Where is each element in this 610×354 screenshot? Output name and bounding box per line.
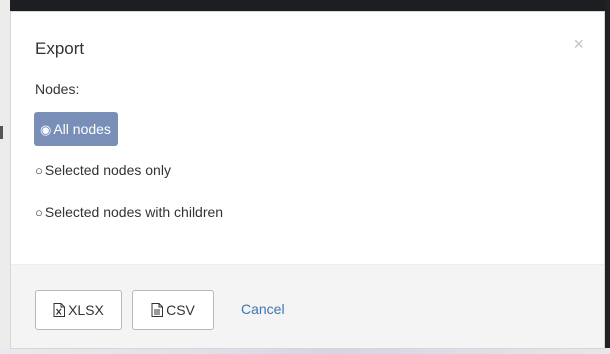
text-file-icon	[151, 303, 164, 317]
backdrop-right	[605, 0, 610, 354]
radio-unselected-icon: ○	[35, 204, 43, 220]
cancel-link[interactable]: Cancel	[241, 301, 285, 317]
option-all-nodes[interactable]: ◉ All nodes	[34, 112, 118, 146]
xlsx-button-label: XLSX	[68, 302, 104, 318]
close-icon[interactable]: ×	[573, 35, 584, 53]
export-dialog: Export × Nodes: ◉ All nodes ○ Selected n…	[10, 11, 605, 349]
excel-file-icon	[53, 303, 66, 317]
dialog-footer: XLSX CSV Cancel	[11, 264, 604, 348]
dialog-title: Export	[35, 39, 85, 58]
backdrop-top	[0, 0, 610, 11]
export-xlsx-button[interactable]: XLSX	[35, 290, 122, 330]
radio-selected-icon: ◉	[40, 121, 52, 137]
backdrop-left	[0, 0, 10, 354]
option-label: Selected nodes with children	[44, 204, 224, 220]
option-selected-nodes-with-children[interactable]: ○ Selected nodes with children	[35, 202, 223, 222]
dialog-header: Export ×	[11, 12, 604, 72]
nodes-label: Nodes:	[35, 81, 80, 97]
option-label: All nodes	[53, 121, 111, 137]
export-csv-button[interactable]: CSV	[132, 290, 214, 330]
csv-button-label: CSV	[166, 302, 195, 318]
option-label: Selected nodes only	[44, 162, 171, 178]
radio-unselected-icon: ○	[35, 162, 43, 178]
option-selected-nodes-only[interactable]: ○ Selected nodes only	[35, 160, 171, 180]
backdrop-mark	[0, 126, 3, 139]
